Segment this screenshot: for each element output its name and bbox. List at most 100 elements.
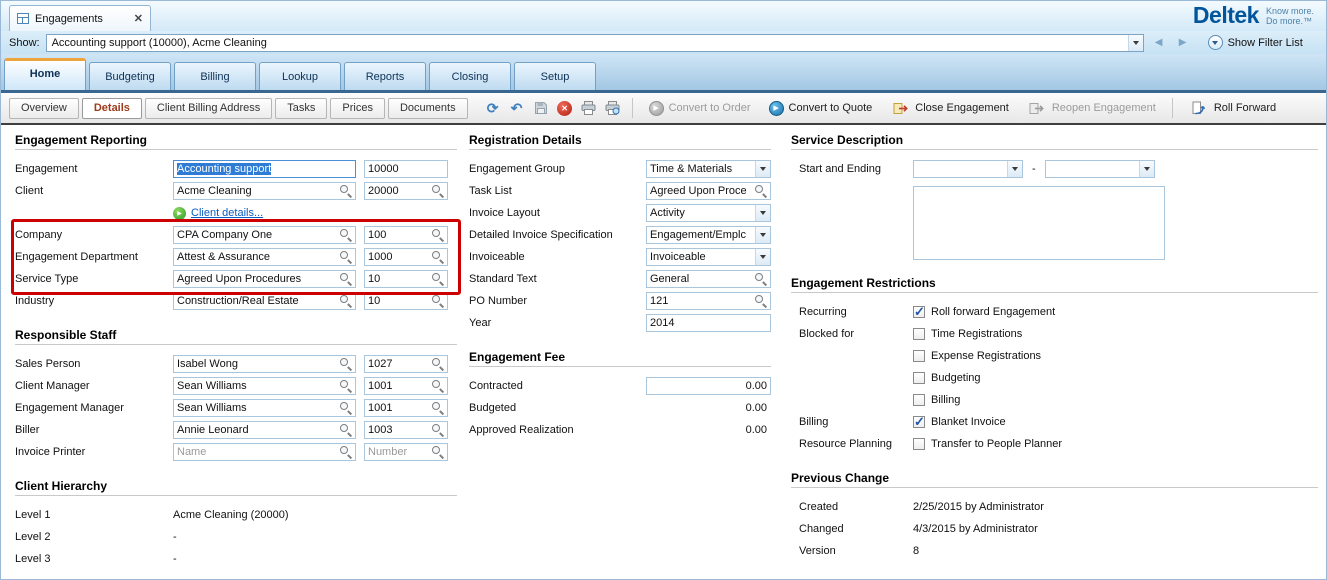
delete-icon[interactable] — [555, 98, 575, 118]
dropdown-arrow-icon[interactable] — [1007, 161, 1022, 177]
time-registrations-checkbox[interactable] — [913, 328, 925, 340]
client-manager-number-input[interactable]: 1001 — [364, 377, 448, 395]
lookup-icon[interactable] — [432, 273, 444, 285]
budgeting-checkbox[interactable] — [913, 372, 925, 384]
subtab-details[interactable]: Details — [82, 98, 142, 119]
engagement-manager-number-input[interactable]: 1001 — [364, 399, 448, 417]
lookup-icon[interactable] — [340, 358, 352, 370]
lookup-icon[interactable] — [432, 295, 444, 307]
client-manager-input[interactable]: Sean Williams — [173, 377, 356, 395]
blanket-invoice-checkbox[interactable] — [913, 416, 925, 428]
invoice-printer-number-input[interactable]: Number — [364, 443, 448, 461]
previous-record-button[interactable] — [1150, 34, 1168, 52]
invoice-layout-select[interactable]: Activity — [646, 204, 771, 222]
lookup-icon[interactable] — [432, 185, 444, 197]
undo-icon[interactable] — [507, 98, 527, 118]
lookup-icon[interactable] — [755, 185, 767, 197]
invoice-printer-name-input[interactable]: Name — [173, 443, 356, 461]
biller-input[interactable]: Annie Leonard — [173, 421, 356, 439]
print-preview-icon[interactable] — [603, 98, 623, 118]
convert-to-order-button[interactable]: Convert to Order — [649, 101, 751, 116]
lookup-icon[interactable] — [432, 251, 444, 263]
lookup-icon[interactable] — [432, 229, 444, 241]
lookup-icon[interactable] — [340, 446, 352, 458]
close-tab-icon[interactable] — [134, 12, 143, 25]
lookup-icon[interactable] — [340, 251, 352, 263]
dropdown-arrow-icon[interactable] — [1139, 161, 1154, 177]
engagement-manager-input[interactable]: Sean Williams — [173, 399, 356, 417]
po-number-input[interactable]: 121 — [646, 292, 771, 310]
subtab-tasks[interactable]: Tasks — [275, 98, 327, 119]
engagement-number-input[interactable]: 10000 — [364, 160, 448, 178]
lookup-icon[interactable] — [755, 273, 767, 285]
transfer-to-people-planner-checkbox[interactable] — [913, 438, 925, 450]
lookup-icon[interactable] — [432, 446, 444, 458]
invoiceable-select[interactable]: Invoiceable — [646, 248, 771, 266]
service-type-input[interactable]: Agreed Upon Procedures — [173, 270, 356, 288]
service-description-textarea[interactable] — [913, 186, 1165, 260]
lookup-icon[interactable] — [340, 185, 352, 197]
client-number-input[interactable]: 20000 — [364, 182, 448, 200]
lookup-icon[interactable] — [340, 402, 352, 414]
dropdown-arrow-icon[interactable] — [755, 227, 770, 243]
subtab-prices[interactable]: Prices — [330, 98, 385, 119]
save-icon[interactable] — [531, 98, 551, 118]
lookup-icon[interactable] — [340, 229, 352, 241]
biller-number-input[interactable]: 1003 — [364, 421, 448, 439]
tab-budgeting[interactable]: Budgeting — [89, 62, 171, 90]
engagement-department-input[interactable]: Attest & Assurance — [173, 248, 356, 266]
tab-lookup[interactable]: Lookup — [259, 62, 341, 90]
lookup-icon[interactable] — [340, 424, 352, 436]
client-details-link[interactable]: Client details... — [191, 207, 263, 219]
lookup-icon[interactable] — [755, 295, 767, 307]
workspace-tab-engagements[interactable]: Engagements — [9, 5, 151, 31]
start-period-select[interactable] — [913, 160, 1023, 178]
sales-person-number-input[interactable]: 1027 — [364, 355, 448, 373]
subtab-overview[interactable]: Overview — [9, 98, 79, 119]
ending-period-select[interactable] — [1045, 160, 1155, 178]
engagement-department-number-input[interactable]: 1000 — [364, 248, 448, 266]
refresh-icon[interactable] — [483, 98, 503, 118]
dropdown-arrow-icon[interactable] — [755, 161, 770, 177]
roll-forward-engagement-checkbox[interactable] — [913, 306, 925, 318]
lookup-icon[interactable] — [340, 273, 352, 285]
industry-number-input[interactable]: 10 — [364, 292, 448, 310]
subtab-documents[interactable]: Documents — [388, 98, 468, 119]
sales-person-input[interactable]: Isabel Wong — [173, 355, 356, 373]
task-list-input[interactable]: Agreed Upon Proce — [646, 182, 771, 200]
next-record-button[interactable] — [1174, 34, 1192, 52]
service-type-number-input[interactable]: 10 — [364, 270, 448, 288]
tab-home[interactable]: Home — [4, 58, 86, 90]
company-name-input[interactable]: CPA Company One — [173, 226, 356, 244]
dropdown-arrow-icon[interactable] — [755, 249, 770, 265]
lookup-icon[interactable] — [432, 402, 444, 414]
year-input[interactable]: 2014 — [646, 314, 771, 332]
combo-arrow-icon[interactable] — [1128, 35, 1143, 51]
industry-input[interactable]: Construction/Real Estate — [173, 292, 356, 310]
tab-reports[interactable]: Reports — [344, 62, 426, 90]
tab-billing[interactable]: Billing — [174, 62, 256, 90]
dropdown-arrow-icon[interactable] — [755, 205, 770, 221]
close-engagement-button[interactable]: Close Engagement — [890, 98, 1009, 118]
reopen-engagement-button[interactable]: Reopen Engagement — [1027, 98, 1156, 118]
lookup-icon[interactable] — [340, 380, 352, 392]
show-record-combobox[interactable]: Accounting support (10000), Acme Cleanin… — [46, 34, 1144, 52]
tab-setup[interactable]: Setup — [514, 62, 596, 90]
standard-text-input[interactable]: General — [646, 270, 771, 288]
show-filter-list-button[interactable]: Show Filter List — [1208, 35, 1303, 50]
lookup-icon[interactable] — [432, 424, 444, 436]
engagement-group-select[interactable]: Time & Materials — [646, 160, 771, 178]
expense-registrations-checkbox[interactable] — [913, 350, 925, 362]
company-number-input[interactable]: 100 — [364, 226, 448, 244]
lookup-icon[interactable] — [432, 358, 444, 370]
subtab-client-billing-address[interactable]: Client Billing Address — [145, 98, 272, 119]
billing-checkbox[interactable] — [913, 394, 925, 406]
tab-closing[interactable]: Closing — [429, 62, 511, 90]
convert-to-quote-button[interactable]: Convert to Quote — [769, 101, 873, 116]
lookup-icon[interactable] — [432, 380, 444, 392]
lookup-icon[interactable] — [340, 295, 352, 307]
roll-forward-button[interactable]: Roll Forward — [1189, 98, 1276, 118]
engagement-name-input[interactable]: Accounting support — [173, 160, 356, 178]
print-icon[interactable] — [579, 98, 599, 118]
client-name-input[interactable]: Acme Cleaning — [173, 182, 356, 200]
